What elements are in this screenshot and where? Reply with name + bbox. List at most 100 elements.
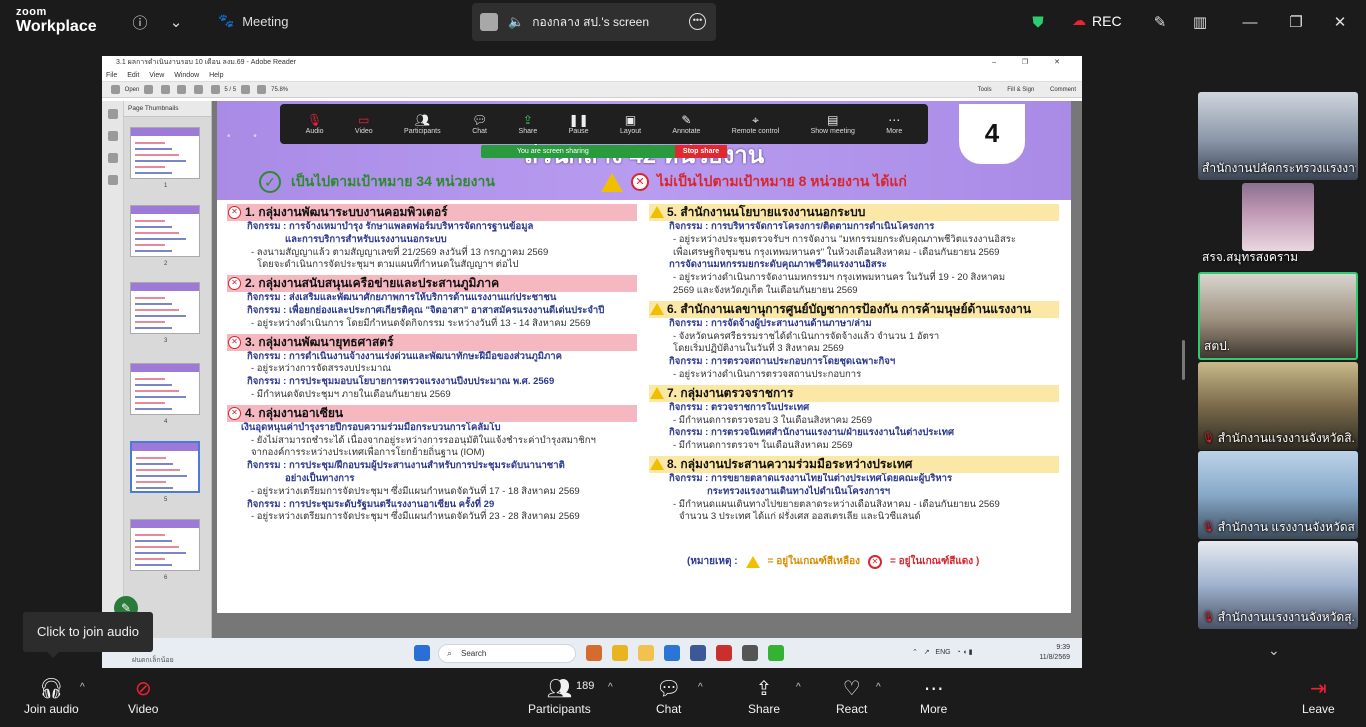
thumbnail-line: [135, 552, 186, 554]
share-toolbar-mic[interactable]: 🎙︎ Audio: [306, 113, 324, 135]
chevron-down-icon[interactable]: ⌄: [1268, 642, 1280, 659]
share-toolbar-remote-control[interactable]: ⌖ Remote control: [732, 113, 779, 135]
top-bar: zoom Workplace ⓘ ⌄ 🐾 Meeting 🔈 กองกลาง ส…: [0, 0, 1366, 44]
close-icon[interactable]: ✕: [1328, 10, 1352, 34]
taskbar-search[interactable]: ⌕ Search: [438, 644, 576, 663]
prev-page-icon[interactable]: [194, 84, 204, 94]
print-icon[interactable]: [144, 84, 154, 94]
menu-window[interactable]: Window: [174, 72, 199, 79]
menu-file[interactable]: File: [106, 72, 117, 79]
tools-tab[interactable]: Tools: [978, 87, 992, 93]
edge-icon[interactable]: [690, 645, 706, 661]
open-icon[interactable]: [111, 84, 120, 94]
comment-tab[interactable]: Comment: [1050, 87, 1076, 93]
page-thumbnail[interactable]: [130, 519, 200, 571]
page-thumbnail[interactable]: [130, 441, 200, 493]
page-thumbnail[interactable]: [130, 282, 200, 334]
chrome-icon[interactable]: [612, 645, 628, 661]
page-thumbnail[interactable]: [130, 205, 200, 257]
slide-page: • • • • • • • • • • • • • • • • • 4 ส่วน…: [217, 101, 1071, 613]
shared-screen-tab[interactable]: 🔈 กองกลาง สป.'s screen •••: [472, 3, 716, 41]
share-toolbar-pause[interactable]: ❚❚ Pause: [569, 113, 589, 135]
line-icon[interactable]: [768, 645, 784, 661]
audio-options-caret[interactable]: ^: [80, 682, 85, 693]
acrobat-icon[interactable]: [716, 645, 732, 661]
cross-icon: ✕: [631, 173, 649, 191]
fill-sign-tab[interactable]: Fill & Sign: [1007, 87, 1034, 93]
signatures-icon[interactable]: [107, 175, 118, 185]
participant-tile[interactable]: 🎙︎ สำนักงานแรงงานจังหวัดสุ...: [1198, 541, 1358, 629]
meeting-menu[interactable]: 🐾 Meeting: [218, 13, 288, 29]
menu-help[interactable]: Help: [209, 72, 223, 79]
thumbnail-banner: [132, 443, 198, 451]
stop-share-button[interactable]: Stop share: [675, 145, 727, 158]
video-button[interactable]: ⊘ Video: [128, 676, 158, 716]
share-icon: ⇪: [522, 113, 533, 127]
participant-name: 🎙︎ สำนักงานแรงงานจังหวัดสุ...: [1202, 610, 1356, 624]
pen-icon[interactable]: ✎: [1148, 10, 1172, 34]
save-icon[interactable]: [160, 84, 170, 94]
menu-view[interactable]: View: [149, 72, 164, 79]
participant-tile[interactable]: 🎙︎ สำนักงาน แรงงานจังหวัดส...: [1198, 451, 1358, 539]
minimize-icon[interactable]: —: [1238, 10, 1262, 34]
chat-button[interactable]: 💬︎ Chat: [656, 676, 681, 716]
open-button[interactable]: Open: [125, 87, 140, 93]
thumbnails-icon[interactable]: [107, 109, 118, 119]
media-icon[interactable]: [742, 645, 758, 661]
zoom-in-icon[interactable]: [257, 84, 267, 94]
react-caret[interactable]: ^: [876, 682, 881, 693]
share-button[interactable]: ⇪ Share: [748, 676, 780, 716]
section-line: กิจกรรม : การดำเนินงานจ้างงานเร่งด่วนและ…: [247, 350, 562, 362]
share-caret[interactable]: ^: [796, 682, 801, 693]
participants-caret[interactable]: ^: [608, 682, 613, 693]
speaker-icon[interactable]: 🔈: [508, 14, 524, 30]
share-icon: ⇪: [755, 678, 773, 700]
windows-start-icon[interactable]: [414, 645, 430, 661]
more-options-icon[interactable]: •••: [689, 13, 706, 30]
zoom-level[interactable]: 75.8%: [271, 87, 288, 93]
page-thumbnail[interactable]: [130, 127, 200, 179]
thumbnail-line: [135, 226, 172, 228]
reader-toolbar: Open 5 / 5 75.8% Tools Fill & Sign Comme…: [102, 82, 1082, 98]
chat-caret[interactable]: ^: [698, 682, 703, 693]
join-audio-button[interactable]: 🎧︎ Join audio: [24, 676, 79, 716]
leave-button[interactable]: ⇥ Leave: [1302, 676, 1335, 716]
restore-icon[interactable]: ❐: [1284, 10, 1308, 34]
email-icon[interactable]: [177, 84, 187, 94]
share-toolbar-annotate[interactable]: ✎ Annotate: [672, 113, 700, 135]
share-toolbar-chat[interactable]: 💬︎ Chat: [472, 113, 487, 135]
layout-icon[interactable]: ▥: [1188, 10, 1212, 34]
cloud-record-icon: ☁: [1072, 12, 1086, 28]
zoom-app-icon[interactable]: [664, 645, 680, 661]
share-toolbar-share[interactable]: ⇪ Share: [519, 113, 538, 135]
share-toolbar-participants[interactable]: 👥︎ Participants: [404, 113, 441, 135]
folder-icon[interactable]: [638, 645, 654, 661]
taskbar-clock[interactable]: 9:39 11/8/2569: [1039, 643, 1070, 663]
zoom-out-icon[interactable]: [240, 84, 250, 94]
chevron-down-icon[interactable]: ⌄: [164, 10, 188, 34]
rec-button[interactable]: ☁ REC: [1072, 12, 1122, 29]
share-toolbar-layout[interactable]: ▣ Layout: [620, 113, 641, 135]
section-line: กิจกรรม : การจัดจ้างผู้ประสานงานด้านภาษา…: [669, 317, 872, 329]
share-toolbar-show-meeting[interactable]: ▤ Show meeting: [811, 113, 855, 135]
section-line: 2569 และจังหวัดภูเก็ต ในเดือนกันยายน 256…: [673, 284, 858, 296]
participant-tile[interactable]: สำนักงานปลัดกระทรวงแรงงาน: [1198, 92, 1358, 180]
share-toolbar-video[interactable]: ▭ Video: [355, 113, 373, 135]
system-tray[interactable]: ⌃ ↗ ENG ◔ ◖ ▮: [912, 648, 973, 656]
copilot-icon[interactable]: [586, 645, 602, 661]
participant-tile[interactable]: สตป.: [1198, 272, 1358, 360]
bookmarks-icon[interactable]: [107, 131, 118, 141]
react-button[interactable]: ♡ React: [836, 676, 867, 716]
info-icon[interactable]: ⓘ: [128, 10, 152, 34]
next-page-icon[interactable]: [210, 84, 220, 94]
menu-edit[interactable]: Edit: [127, 72, 139, 79]
more-button[interactable]: ⋯ More: [920, 676, 947, 716]
participant-tile[interactable]: 🎙︎ สำนักงานแรงงานจังหวัดสิ...: [1198, 362, 1358, 450]
attachments-icon[interactable]: [107, 153, 118, 163]
participant-tile[interactable]: สรจ.สมุทรสงคราม: [1198, 181, 1358, 269]
strip-resize-handle[interactable]: [1182, 340, 1185, 380]
page-current[interactable]: 5: [224, 87, 227, 93]
share-toolbar-more[interactable]: ⋯ More: [886, 113, 902, 135]
page-thumbnail[interactable]: [130, 363, 200, 415]
shield-icon[interactable]: ⛊: [1026, 10, 1050, 34]
